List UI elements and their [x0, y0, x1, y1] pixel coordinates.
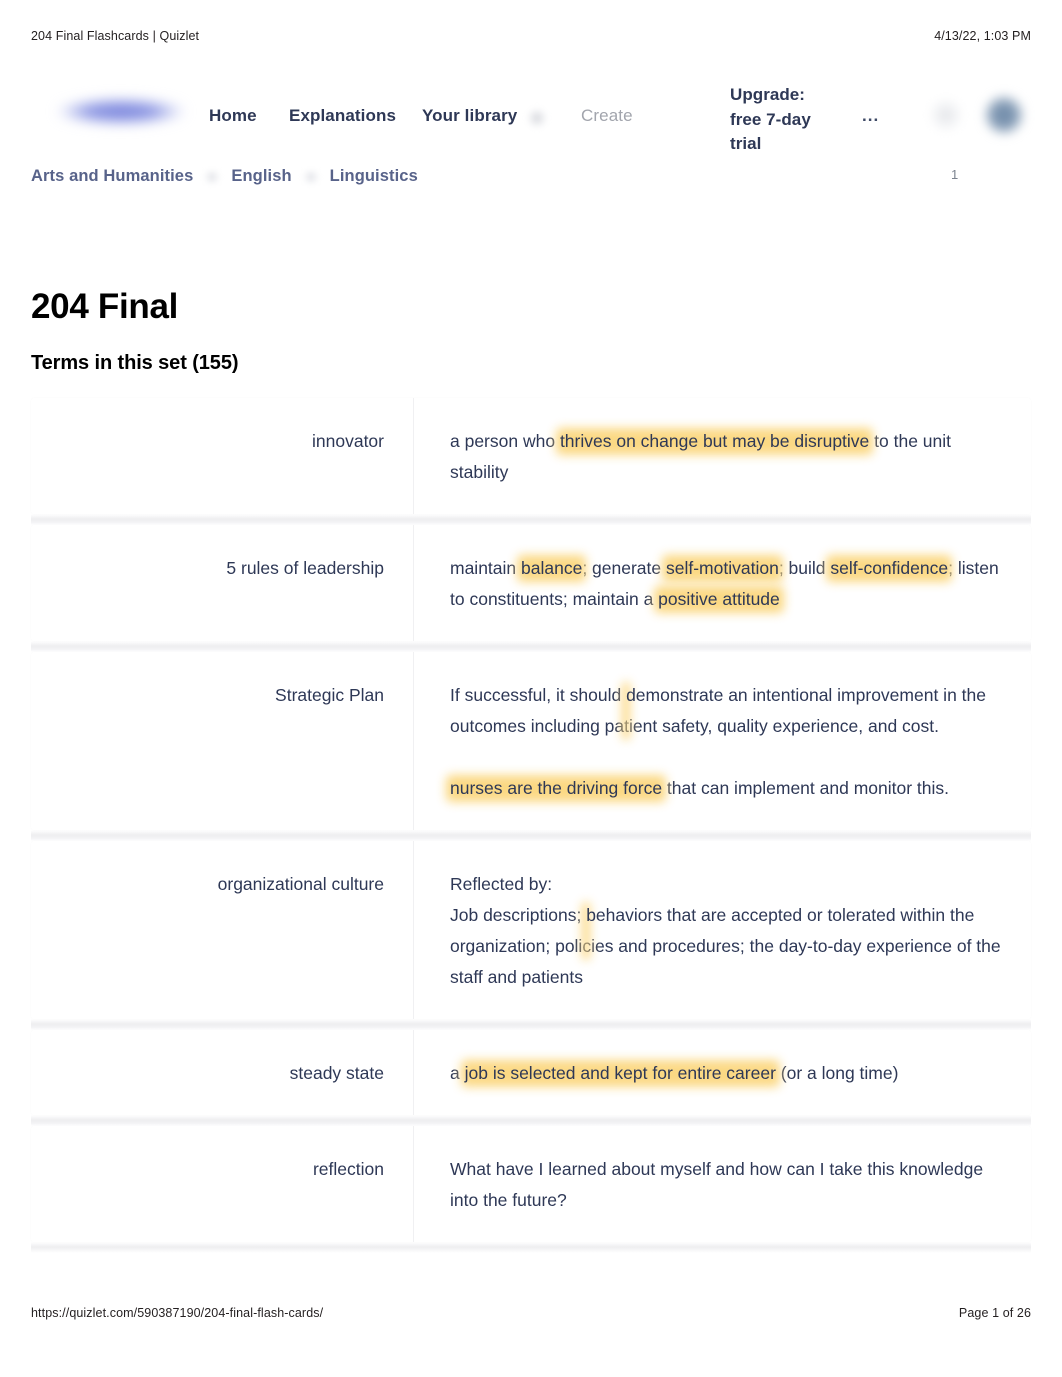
nav-item-home[interactable]: Home: [209, 106, 257, 126]
plain-text: a person who: [450, 431, 560, 451]
term-text: innovator: [31, 398, 414, 514]
plain-text: ; generate: [582, 558, 666, 578]
plain-text: (or a long time): [775, 1063, 899, 1083]
table-row: steady state a job is selected and kept f…: [31, 1019, 1031, 1115]
print-footer: https://quizlet.com/590387190/204-final-…: [0, 1306, 1062, 1320]
overflow-menu-icon[interactable]: ...: [862, 106, 879, 126]
breadcrumb: Arts and Humanities English Linguistics: [31, 167, 418, 186]
notification-badge: 1: [951, 167, 959, 182]
term-text: organizational culture: [31, 841, 414, 1019]
highlighted-text: balance: [521, 558, 583, 578]
definition-text: a job is selected and kept for entire ca…: [414, 1030, 1031, 1115]
definition-text: Reflected by: Job descriptions; behaviors…: [414, 841, 1031, 1019]
avatar[interactable]: [984, 95, 1024, 135]
table-row: reflection What have I learned about myse…: [31, 1115, 1031, 1253]
term-text: 5 rules of leadership: [31, 525, 414, 641]
bell-icon[interactable]: [929, 98, 963, 132]
definition-paragraph: maintain balance; generate self-motivati…: [450, 553, 1005, 615]
definition-paragraph: a person who thrives on change but may b…: [450, 426, 1005, 488]
printed-quizlet-page: 204 Final Flashcards | Quizlet 4/13/22, …: [0, 0, 1062, 1377]
definition-text: What have I learned about myself and how…: [414, 1126, 1031, 1242]
definition-paragraph: Reflected by:: [450, 869, 1005, 900]
table-row: organizational culture Reflected by: Job d…: [31, 830, 1031, 1019]
breadcrumb-item-linguistics[interactable]: Linguistics: [330, 167, 418, 186]
highlighted-text: thrives on change but may be disruptive: [559, 431, 870, 451]
chevron-down-icon[interactable]: [527, 108, 547, 128]
print-footer-page: Page 1 of 26: [958, 1306, 1031, 1320]
definition-paragraph: If successful, it should demonstrate an …: [450, 680, 1005, 742]
plain-text: If successful, it should: [450, 685, 627, 705]
quizlet-logo[interactable]: [57, 94, 185, 129]
highlighted-text: job is selected and kept for entire care…: [464, 1063, 776, 1083]
term-text: steady state: [31, 1030, 414, 1115]
highlighted-text: nurses are the driving force: [450, 778, 663, 798]
page-title: 204 Final: [31, 287, 179, 326]
plain-text: maintain: [450, 558, 522, 578]
terms-list: innovator a person who thrives on change …: [31, 398, 1031, 1253]
definition-paragraph: a job is selected and kept for entire ca…: [450, 1058, 1005, 1089]
table-row: Strategic Plan If successful, it should d…: [31, 641, 1031, 830]
site-navigation: Home Explanations Your library Create Up…: [0, 78, 1062, 182]
table-row: 5 rules of leadership maintain balance; g…: [31, 514, 1031, 641]
print-header-title: 204 Final Flashcards | Quizlet: [31, 29, 200, 43]
breadcrumb-item-english[interactable]: English: [231, 167, 291, 186]
print-footer-url: https://quizlet.com/590387190/204-final-…: [31, 1306, 324, 1320]
definition-text: maintain balance; generate self-motivati…: [414, 525, 1031, 641]
nav-item-create[interactable]: Create: [581, 106, 633, 126]
definition-text: a person who thrives on change but may b…: [414, 398, 1031, 514]
nav-item-your-library[interactable]: Your library: [422, 106, 517, 126]
print-header: 204 Final Flashcards | Quizlet 4/13/22, …: [0, 29, 1062, 43]
breadcrumb-separator-icon: [301, 168, 320, 185]
print-header-date: 4/13/22, 1:03 PM: [934, 29, 1031, 43]
highlighted-text: self-confidence: [830, 558, 949, 578]
definition-paragraph: What have I learned about myself and how…: [450, 1154, 1005, 1216]
terms-count-heading: Terms in this set (155): [31, 352, 239, 374]
nav-item-explanations[interactable]: Explanations: [289, 106, 396, 126]
definition-paragraph: nurses are the driving force that can im…: [450, 773, 1005, 804]
plain-text: Reflected by:: [450, 874, 553, 894]
plain-text: Job descriptions;: [450, 905, 587, 925]
term-text: Strategic Plan: [31, 652, 414, 830]
breadcrumb-item-arts-and-humanities[interactable]: Arts and Humanities: [31, 167, 193, 186]
definition-text: If successful, it should demonstrate an …: [414, 652, 1031, 830]
table-row: innovator a person who thrives on change …: [31, 398, 1031, 514]
highlighted-text: positive attitude: [658, 589, 780, 609]
definition-paragraph: Job descriptions; behaviors that are acc…: [450, 900, 1005, 993]
plain-text: What have I learned about myself and how…: [450, 1159, 984, 1210]
plain-text: including patient safety, quality experi…: [525, 716, 939, 736]
term-text: reflection: [31, 1126, 414, 1242]
plain-text: ; build: [778, 558, 831, 578]
breadcrumb-separator-icon: [203, 168, 222, 185]
highlighted-text: self-motivation: [666, 558, 779, 578]
upgrade-button[interactable]: Upgrade: free 7-day trial: [730, 83, 812, 157]
plain-text: that can implement and monitor this.: [662, 778, 950, 798]
